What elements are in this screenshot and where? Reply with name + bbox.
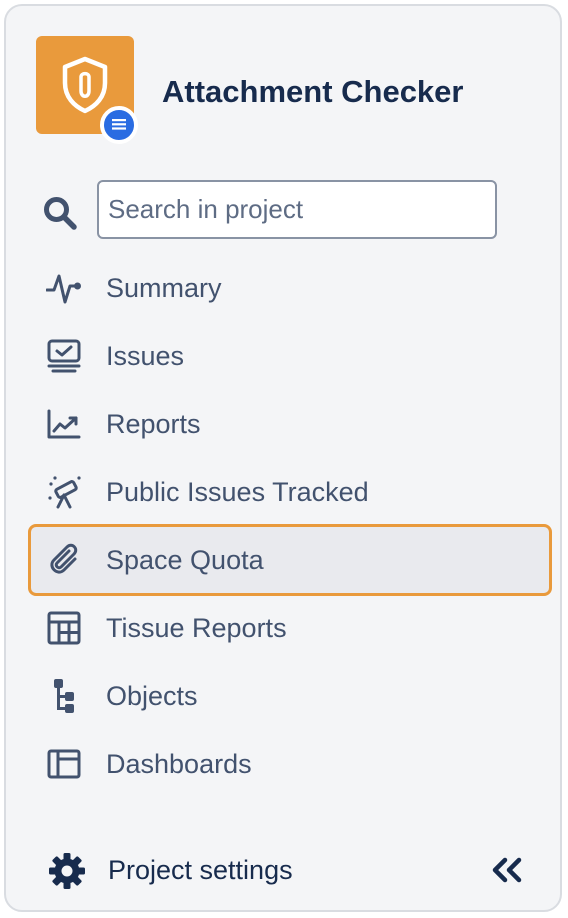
project-settings-label: Project settings	[108, 855, 293, 885]
project-header[interactable]: Attachment Checker	[36, 36, 556, 146]
nav-item-reports[interactable]: Reports	[28, 388, 552, 460]
table-icon	[47, 611, 81, 645]
shield-paperclip-icon	[62, 56, 108, 114]
nav-item-public-issues-tracked[interactable]: Public Issues Tracked	[28, 456, 552, 528]
nav-label: Tissue Reports	[106, 613, 287, 643]
project-sidebar: Attachment Checker Summary Issues Report…	[4, 4, 562, 912]
nav-label: Issues	[106, 341, 185, 371]
pulse-icon	[46, 274, 81, 304]
nav-item-space-quota[interactable]: Space Quota	[28, 524, 552, 596]
hierarchy-icon	[54, 679, 74, 713]
nav-label: Dashboards	[106, 749, 252, 779]
paperclip-icon	[50, 543, 78, 574]
telescope-icon	[48, 476, 81, 509]
project-settings-row[interactable]: Project settings	[28, 834, 552, 906]
monitor-check-icon	[47, 339, 81, 373]
project-name[interactable]: Attachment Checker	[162, 74, 463, 110]
nav-item-dashboards[interactable]: Dashboards	[28, 728, 552, 800]
nav-label: Reports	[106, 409, 201, 439]
project-type-badge	[100, 106, 138, 144]
nav-item-tissue-reports[interactable]: Tissue Reports	[28, 592, 552, 664]
nav-item-issues[interactable]: Issues	[28, 320, 552, 392]
dashboard-icon	[47, 749, 81, 779]
nav-label: Space Quota	[106, 545, 264, 575]
chart-icon	[47, 409, 81, 439]
nav-item-summary[interactable]: Summary	[28, 252, 552, 324]
gear-icon	[49, 853, 85, 889]
search-input[interactable]	[97, 180, 497, 239]
nav-label: Summary	[106, 273, 222, 303]
list-icon	[112, 119, 126, 130]
double-chevron-left-icon[interactable]	[490, 856, 524, 884]
search-icon[interactable]	[42, 195, 78, 231]
nav-label: Public Issues Tracked	[106, 477, 369, 507]
nav-label: Objects	[106, 681, 198, 711]
nav-item-objects[interactable]: Objects	[28, 660, 552, 732]
